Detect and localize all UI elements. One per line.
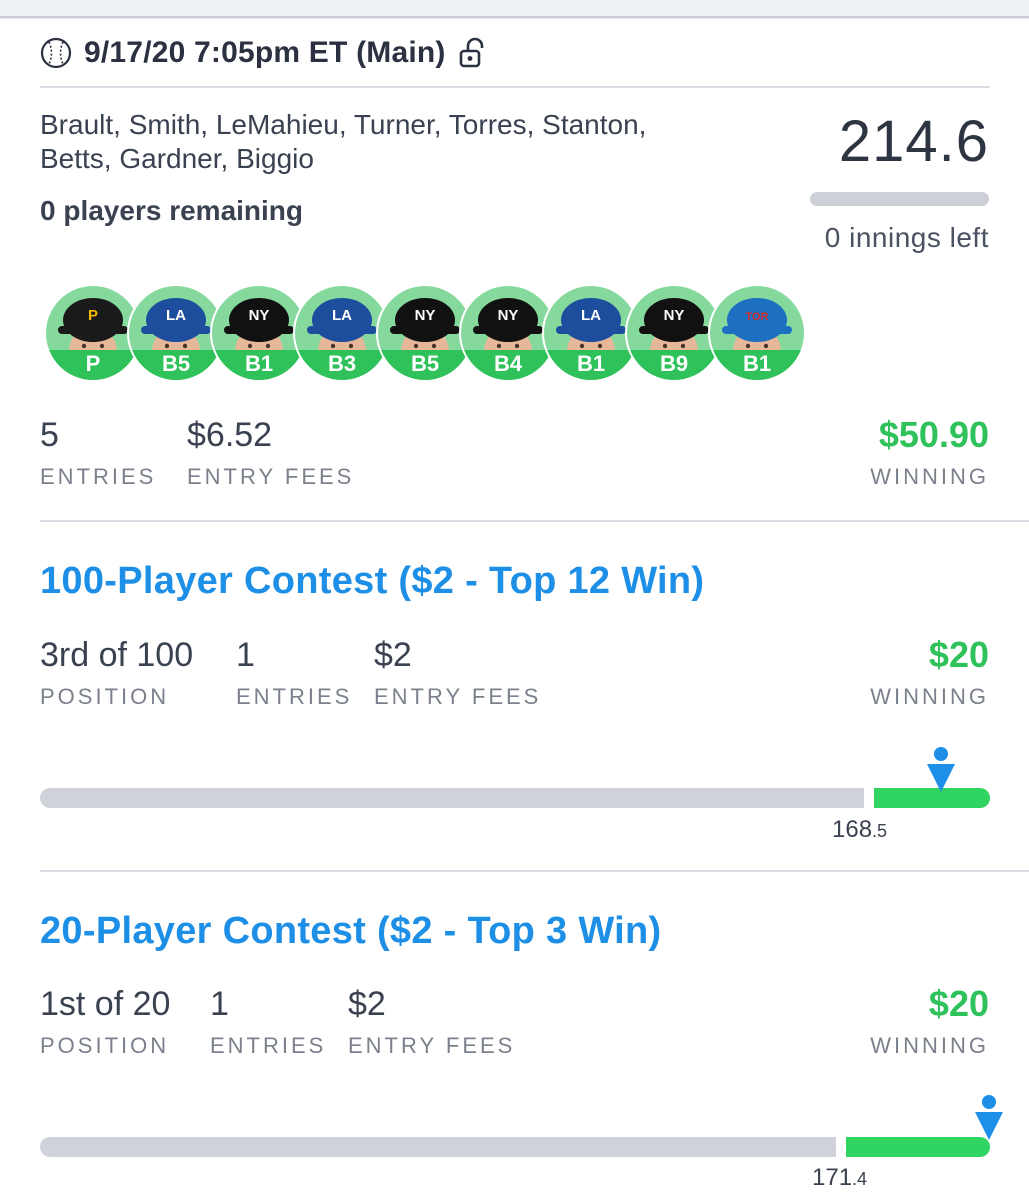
position-value: 3rd of 100 xyxy=(40,636,194,674)
cutoff-score: 171.4 xyxy=(812,1164,867,1192)
cutoff-score: 168.5 xyxy=(832,816,887,844)
position-label: POSITION xyxy=(40,1033,170,1058)
entries-label: ENTRIES xyxy=(40,464,157,489)
top-border xyxy=(0,18,1029,19)
entry-fees-label: ENTRY FEES xyxy=(187,464,355,489)
cutoff-score-whole: 168 xyxy=(832,816,873,843)
winning-value: $50.90 xyxy=(878,414,989,455)
slate-title: 9/17/20 7:05pm ET (Main) xyxy=(84,36,446,69)
payout-track xyxy=(40,788,864,808)
entry-fees-value: $2 xyxy=(374,636,412,674)
cutoff-score-decimal: .4 xyxy=(852,1169,868,1189)
svg-text:LA: LA xyxy=(581,307,601,324)
entries-label: ENTRIES xyxy=(236,684,353,709)
entries-value: 1 xyxy=(210,985,229,1023)
roster-position-badge: B5 xyxy=(378,350,472,380)
section-divider xyxy=(40,870,1029,872)
entries-value: 5 xyxy=(40,416,59,454)
roster-position-badge: B4 xyxy=(461,350,555,380)
entry-fees-value: $2 xyxy=(348,985,386,1023)
entry-fees-label: ENTRY FEES xyxy=(348,1033,516,1058)
slate-header[interactable]: 9/17/20 7:05pm ET (Main) xyxy=(40,33,488,73)
user-pin-icon xyxy=(975,1095,1003,1140)
contest-title[interactable]: 20-Player Contest ($2 - Top 3 Win) xyxy=(40,910,661,953)
player-avatars: P P LA B5 NY B1 LA B3 NY B5 NY B4 LA B1 NY B9 TOR B1 xyxy=(44,284,824,384)
payout-track xyxy=(40,1137,836,1157)
contest-title[interactable]: 100-Player Contest ($2 - Top 12 Win) xyxy=(40,560,704,603)
header-divider xyxy=(40,86,990,88)
roster-position-badge: B1 xyxy=(544,350,638,380)
entries-label: ENTRIES xyxy=(210,1033,327,1058)
entries-value: 1 xyxy=(236,636,255,674)
lineup-names-line-2: Betts, Gardner, Biggio xyxy=(40,143,314,174)
lineup-score: 214.6 xyxy=(838,109,989,174)
winning-value: $20 xyxy=(928,634,989,675)
svg-text:NY: NY xyxy=(249,307,270,324)
roster-position-badge: P xyxy=(46,350,140,380)
winning-label: WINNING xyxy=(870,1033,989,1058)
roster-position-badge: B1 xyxy=(212,350,306,380)
lineup-player-names: Brault, Smith, LeMahieu, Turner, Torres,… xyxy=(40,108,760,176)
svg-text:NY: NY xyxy=(498,307,519,324)
innings-left: 0 innings left xyxy=(824,222,989,253)
innings-progress-bar xyxy=(810,192,989,206)
svg-text:P: P xyxy=(88,307,98,324)
winning-label: WINNING xyxy=(870,684,989,709)
payout-zone xyxy=(846,1137,990,1157)
cutoff-score-decimal: .5 xyxy=(872,821,888,841)
position-value: 1st of 20 xyxy=(40,985,171,1023)
winning-label: WINNING xyxy=(870,464,989,489)
entry-fees-label: ENTRY FEES xyxy=(374,684,542,709)
svg-text:LA: LA xyxy=(166,307,186,324)
player-avatar[interactable]: TOR B1 xyxy=(708,284,806,382)
section-divider xyxy=(40,520,1029,522)
baseball-icon xyxy=(40,37,72,69)
svg-text:LA: LA xyxy=(332,307,352,324)
roster-position-badge: B1 xyxy=(710,350,804,380)
svg-text:NY: NY xyxy=(664,307,685,324)
winning-value: $20 xyxy=(928,983,989,1024)
user-pin-icon xyxy=(927,747,955,792)
lineup-names-line-1: Brault, Smith, LeMahieu, Turner, Torres,… xyxy=(40,109,647,140)
svg-text:NY: NY xyxy=(415,307,436,324)
roster-position-badge: B3 xyxy=(295,350,389,380)
unlocked-lock-icon[interactable] xyxy=(458,37,488,69)
cutoff-score-whole: 171 xyxy=(812,1164,853,1191)
roster-position-badge: B9 xyxy=(627,350,721,380)
entry-fees-value: $6.52 xyxy=(187,416,273,454)
position-label: POSITION xyxy=(40,684,170,709)
svg-text:TOR: TOR xyxy=(745,311,768,323)
roster-position-badge: B5 xyxy=(129,350,223,380)
top-strip xyxy=(0,0,1029,18)
players-remaining: 0 players remaining xyxy=(40,195,304,226)
